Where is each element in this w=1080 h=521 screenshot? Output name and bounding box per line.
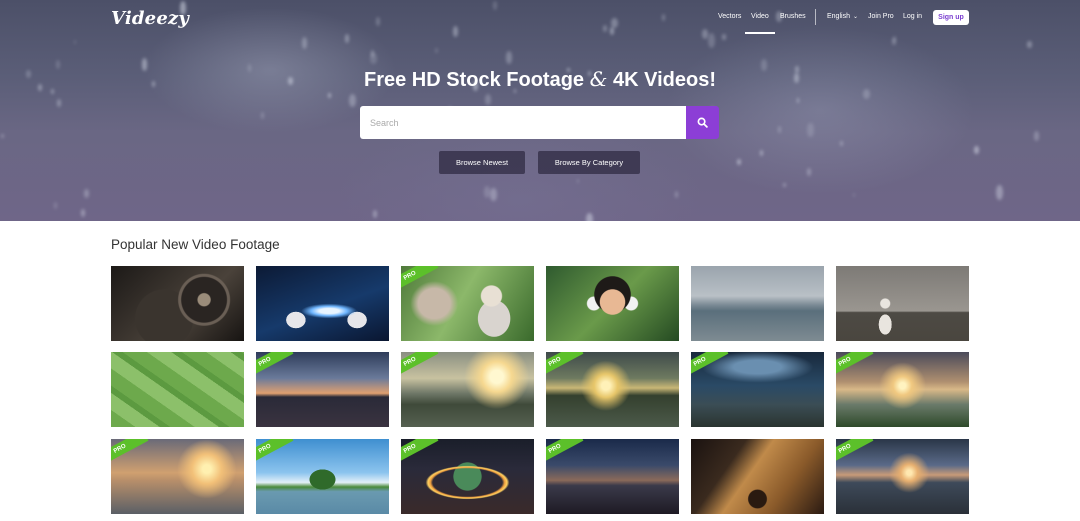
search-input[interactable]	[360, 106, 686, 139]
sign-up-button[interactable]: Sign up	[933, 10, 969, 25]
pro-badge: PRO	[111, 439, 149, 468]
rain-drop	[609, 26, 615, 36]
nav-vectors[interactable]: Vectors	[718, 13, 741, 20]
videezy-logo[interactable]: Videezy	[111, 8, 189, 29]
language-label: English	[827, 13, 850, 20]
browse-by-category-button[interactable]: Browse By Category	[538, 151, 640, 174]
rain-drop	[760, 150, 763, 156]
video-thumbnail[interactable]	[836, 266, 969, 341]
rain-drop	[839, 141, 844, 147]
rain-drop	[708, 33, 716, 48]
rain-drop	[0, 134, 4, 139]
video-thumbnail[interactable]: PRO	[111, 439, 244, 514]
video-thumbnail[interactable]: PRO	[836, 439, 969, 514]
rain-drop	[53, 201, 57, 209]
rain-drop	[301, 36, 308, 50]
pro-badge: PRO	[401, 439, 439, 468]
pro-badge: PRO	[546, 352, 584, 381]
rain-drop	[807, 122, 814, 137]
rain-drop	[783, 182, 786, 187]
video-thumbnail[interactable]	[546, 266, 679, 341]
rain-drop	[490, 187, 498, 202]
rain-drop	[73, 40, 76, 45]
hero-title: Free HD Stock Footage & 4K Videos!	[0, 67, 1080, 92]
rain-drop	[701, 29, 708, 39]
pro-badge: PRO	[401, 352, 439, 381]
nav-video[interactable]: Video	[751, 13, 769, 20]
rain-drop	[675, 190, 679, 199]
video-thumbnail[interactable]: PRO	[256, 439, 389, 514]
search-icon	[697, 117, 708, 128]
video-thumbnail[interactable]: PRO	[546, 352, 679, 427]
rain-drop	[778, 126, 781, 133]
video-thumbnail[interactable]: PRO	[691, 352, 824, 427]
rain-drop	[585, 212, 593, 221]
pro-badge: PRO	[401, 266, 439, 295]
nav-log-in[interactable]: Log in	[903, 13, 922, 20]
rain-drop	[260, 112, 265, 120]
video-thumbnail[interactable]: PRO	[401, 352, 534, 427]
nav-brushes[interactable]: Brushes	[780, 13, 806, 20]
language-selector[interactable]: English ⌄	[827, 13, 858, 20]
rain-drop	[806, 168, 811, 176]
rain-drop	[372, 210, 377, 219]
chevron-down-icon: ⌄	[852, 14, 858, 20]
video-thumbnail[interactable]	[111, 266, 244, 341]
rain-drop	[737, 158, 742, 166]
rain-drop	[328, 92, 331, 99]
hero-title-amp: &	[589, 67, 608, 91]
search-button[interactable]	[686, 106, 719, 139]
video-thumbnail[interactable]	[691, 439, 824, 514]
rain-drop	[1027, 40, 1032, 49]
rain-drop	[84, 188, 89, 198]
rain-drop	[797, 98, 800, 103]
rain-drop	[892, 38, 897, 46]
rain-drop	[1033, 130, 1040, 141]
video-thumbnail[interactable]	[256, 266, 389, 341]
pro-badge: PRO	[836, 352, 874, 381]
rain-drop	[483, 185, 491, 198]
video-thumbnail[interactable]: PRO	[836, 352, 969, 427]
rain-drop	[974, 145, 979, 155]
pro-badge: PRO	[256, 352, 294, 381]
rain-drop	[577, 178, 580, 184]
video-thumbnail[interactable]: PRO	[256, 352, 389, 427]
pro-badge: PRO	[691, 352, 729, 381]
video-thumbnail[interactable]: PRO	[401, 439, 534, 514]
rain-drop	[81, 209, 86, 218]
rain-drop	[376, 17, 381, 26]
nav-join-pro[interactable]: Join Pro	[868, 13, 894, 20]
rain-drop	[344, 34, 349, 43]
nav-active-indicator	[745, 32, 775, 34]
rain-drop	[852, 192, 856, 198]
video-thumbnail[interactable]: PRO	[401, 266, 534, 341]
video-thumbnail[interactable]	[691, 266, 824, 341]
section-title: Popular New Video Footage	[111, 237, 280, 252]
pro-badge: PRO	[546, 439, 584, 468]
rain-drop	[453, 25, 458, 37]
rain-drop	[722, 33, 726, 41]
rain-drop	[661, 13, 666, 21]
rain-drop	[996, 184, 1004, 200]
rain-drop	[506, 50, 513, 64]
pro-badge: PRO	[836, 439, 874, 468]
rain-drop	[602, 24, 608, 33]
hero-banner: Videezy Vectors Video Brushes English ⌄ J…	[0, 0, 1080, 221]
pro-badge: PRO	[256, 439, 294, 468]
video-thumbnail[interactable]	[111, 352, 244, 427]
browse-newest-button[interactable]: Browse Newest	[439, 151, 525, 174]
rain-drop	[56, 99, 62, 107]
rain-drop	[370, 53, 377, 64]
rain-drop	[484, 94, 491, 105]
rain-drop	[492, 0, 498, 10]
rain-drop	[435, 47, 438, 53]
hero-title-part2: 4K Videos!	[607, 69, 716, 91]
video-thumbnail[interactable]: PRO	[546, 439, 679, 514]
rain-drop	[349, 94, 357, 108]
nav-divider	[815, 9, 816, 25]
hero-title-part1: Free HD Stock Footage	[364, 69, 590, 91]
